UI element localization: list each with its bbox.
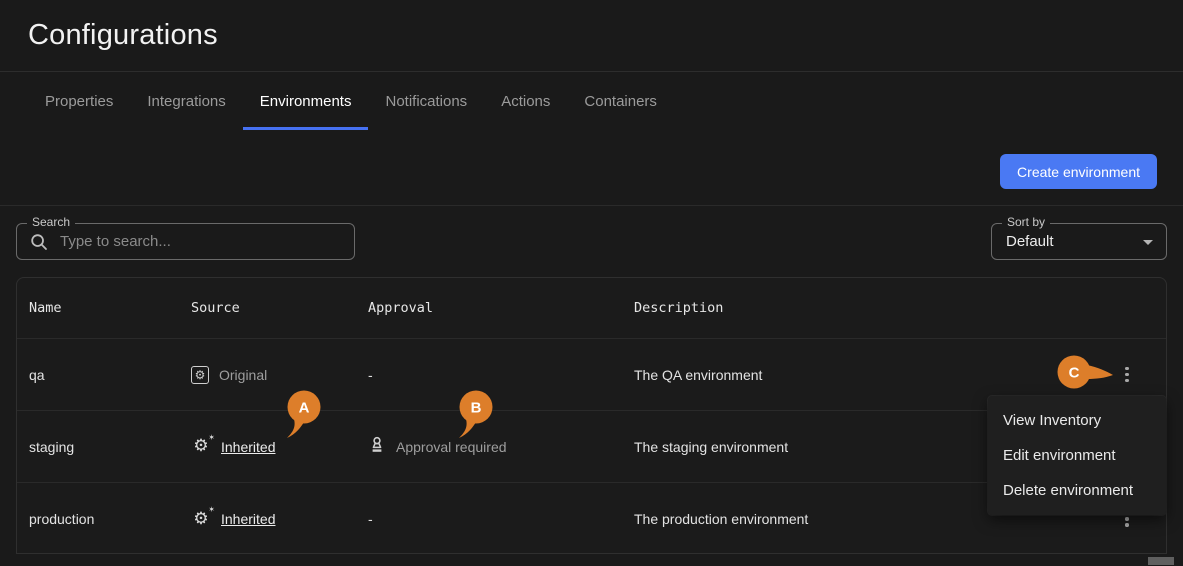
- tab-properties[interactable]: Properties: [28, 73, 130, 130]
- sort-by-select[interactable]: Sort by Default: [991, 215, 1167, 260]
- approval-value: -: [368, 366, 373, 383]
- menu-item-delete-environment[interactable]: Delete environment: [988, 473, 1166, 508]
- search-field-label: Search: [27, 215, 76, 229]
- tab-label: Containers: [584, 93, 657, 110]
- create-environment-button[interactable]: Create environment: [1000, 154, 1157, 189]
- inherited-source-link[interactable]: Inherited: [221, 511, 275, 527]
- app-header: Configurations: [0, 0, 1183, 72]
- column-header-approval: Approval: [368, 300, 434, 316]
- approval-stamp-icon: [368, 436, 386, 457]
- source-value: Original: [219, 366, 268, 383]
- tab-label: Actions: [501, 93, 551, 110]
- sort-by-label: Sort by: [1002, 215, 1051, 229]
- configurations-page: Configurations Properties Integrations E…: [0, 0, 1183, 566]
- tab-environments[interactable]: Environments: [242, 73, 369, 130]
- chevron-down-icon: [1143, 240, 1153, 245]
- menu-item-edit-environment[interactable]: Edit environment: [988, 438, 1166, 473]
- column-header-description: Description: [634, 300, 724, 316]
- search-input[interactable]: [60, 233, 310, 250]
- section-divider: [0, 205, 1183, 206]
- tab-containers[interactable]: Containers: [567, 73, 674, 130]
- tab-label: Environments: [259, 93, 352, 110]
- sort-by-value: Default: [1006, 233, 1054, 250]
- tab-notifications[interactable]: Notifications: [368, 73, 484, 130]
- search-icon: [30, 233, 48, 251]
- env-name: staging: [29, 438, 75, 455]
- tab-actions[interactable]: Actions: [484, 73, 567, 130]
- tab-label: Notifications: [385, 93, 468, 110]
- env-description: The QA environment: [634, 366, 763, 383]
- page-title: Configurations: [28, 19, 218, 51]
- env-name: qa: [29, 366, 45, 383]
- tab-label: Properties: [45, 93, 114, 110]
- gear-sparkle-icon: ⚙ ✶: [193, 505, 215, 529]
- env-name: production: [29, 511, 95, 527]
- approval-value: -: [368, 511, 373, 527]
- approval-value: Approval required: [396, 438, 507, 455]
- column-header-name: Name: [29, 300, 62, 316]
- column-header-source: Source: [191, 300, 240, 316]
- table-header-row: Name Source Approval Description: [17, 278, 1166, 339]
- inherited-source-link[interactable]: Inherited: [221, 439, 275, 455]
- search-field[interactable]: Search: [16, 215, 355, 260]
- gear-in-box-icon: ⚙: [191, 365, 209, 384]
- gear-sparkle-icon: ⚙ ✶: [193, 432, 215, 456]
- tab-integrations[interactable]: Integrations: [130, 73, 242, 130]
- active-tab-indicator: [242, 127, 369, 130]
- tab-bar: Properties Integrations Environments Not…: [28, 73, 674, 130]
- row-menu-kebab-icon[interactable]: [1111, 359, 1143, 391]
- tab-label: Integrations: [147, 93, 226, 110]
- row-context-menu: View Inventory Edit environment Delete e…: [988, 396, 1166, 515]
- horizontal-scrollbar-thumb[interactable]: [1148, 557, 1174, 565]
- menu-item-view-inventory[interactable]: View Inventory: [988, 403, 1166, 438]
